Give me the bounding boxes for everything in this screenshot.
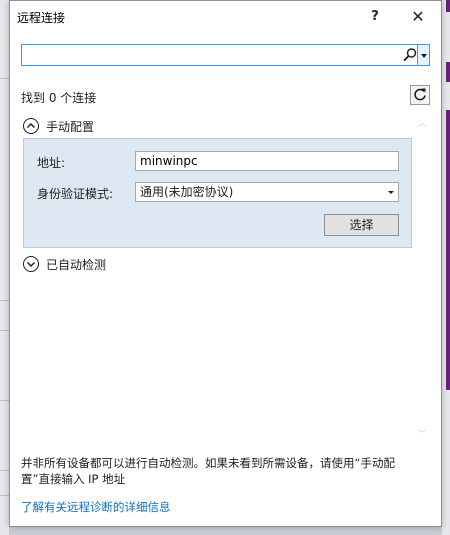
- scroll-up-icon[interactable]: ︿: [418, 116, 427, 129]
- auto-detect-note: 并非所有设备都可以进行自动检测。如果未看到所需设备，请使用“手动配置”直接输入 …: [21, 456, 395, 486]
- manual-config-header: 手动配置: [46, 120, 95, 134]
- chevron-up-icon: [23, 118, 39, 134]
- auth-mode-label: 身份验证模式:: [37, 187, 114, 201]
- connections-found-text: 找到 0 个连接: [21, 91, 97, 105]
- title-bar: 远程连接 ? ✕: [10, 1, 441, 33]
- remote-connection-dialog: 远程连接 ? ✕ 找到 0 个连接 ︿ ﹀ 手动配置 地址: 身份验证: [9, 0, 442, 527]
- search-icon[interactable]: [402, 47, 418, 63]
- auth-mode-select[interactable]: 通用(未加密协议): [135, 182, 399, 202]
- manual-config-panel: 地址: 身份验证模式: 通用(未加密协议) 选择: [23, 138, 412, 248]
- background-window-right: [442, 0, 450, 535]
- dialog-title: 远程连接: [17, 11, 66, 25]
- chevron-down-icon: [421, 54, 427, 58]
- chevron-down-icon: [23, 256, 39, 272]
- search-box: [21, 44, 430, 66]
- search-input[interactable]: [24, 46, 398, 64]
- chevron-down-icon: [388, 191, 394, 194]
- remote-diagnostics-link[interactable]: 了解有关远程诊断的详细信息: [21, 499, 171, 515]
- auto-detected-header: 已自动检测: [46, 258, 107, 272]
- select-button[interactable]: 选择: [324, 214, 399, 236]
- refresh-icon: [414, 88, 426, 101]
- background-window-left: [0, 0, 9, 535]
- scroll-down-icon[interactable]: ﹀: [418, 427, 427, 440]
- refresh-button[interactable]: [410, 85, 430, 105]
- auth-mode-value: 通用(未加密协议): [140, 185, 234, 199]
- search-dropdown-button[interactable]: [417, 44, 430, 66]
- address-label: 地址:: [37, 156, 66, 170]
- help-button[interactable]: ?: [362, 5, 388, 29]
- address-field[interactable]: [135, 151, 399, 171]
- close-button[interactable]: ✕: [405, 5, 431, 29]
